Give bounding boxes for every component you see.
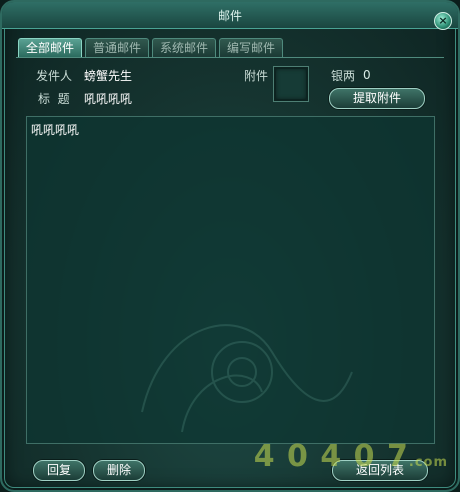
site-watermark: 4 0 4 0 7.com bbox=[254, 439, 448, 474]
tab-all-mail[interactable]: 全部邮件 bbox=[18, 38, 83, 57]
mail-body-text: 吼吼吼吼 bbox=[31, 123, 80, 137]
close-icon[interactable]: × bbox=[434, 12, 452, 30]
tab-compose-mail[interactable]: 编写邮件 bbox=[219, 38, 284, 57]
subject-label: 标 题 bbox=[38, 92, 70, 106]
sender-value: 螃蟹先生 bbox=[84, 69, 133, 83]
background-ornament bbox=[141, 324, 353, 433]
sender-label: 发件人 bbox=[36, 69, 73, 83]
extract-attachment-button[interactable]: 提取附件 bbox=[329, 88, 425, 109]
window-title: 邮件 bbox=[217, 9, 242, 23]
silver-value: 0 bbox=[363, 68, 371, 82]
tab-divider bbox=[16, 57, 444, 58]
reply-button[interactable]: 回复 bbox=[33, 460, 85, 481]
silver-label: 银两 bbox=[331, 69, 356, 83]
tab-normal-mail[interactable]: 普通邮件 bbox=[85, 38, 150, 57]
mail-window: 邮件 × 全部邮件 普通邮件 系统邮件 编写邮件 发件人 螃蟹先生 标 题 吼吼… bbox=[0, 0, 460, 492]
mail-tabs: 全部邮件 普通邮件 系统邮件 编写邮件 bbox=[18, 38, 284, 58]
attachment-label: 附件 bbox=[244, 69, 269, 83]
attachment-slot[interactable] bbox=[273, 66, 309, 102]
watermark-number: 4 0 4 0 7 bbox=[253, 439, 409, 474]
title-bar[interactable]: 邮件 bbox=[2, 2, 458, 29]
watermark-suffix: .com bbox=[408, 455, 448, 470]
subject-value: 吼吼吼吼 bbox=[84, 92, 133, 106]
tab-system-mail[interactable]: 系统邮件 bbox=[152, 38, 217, 57]
delete-button[interactable]: 删除 bbox=[93, 460, 145, 481]
